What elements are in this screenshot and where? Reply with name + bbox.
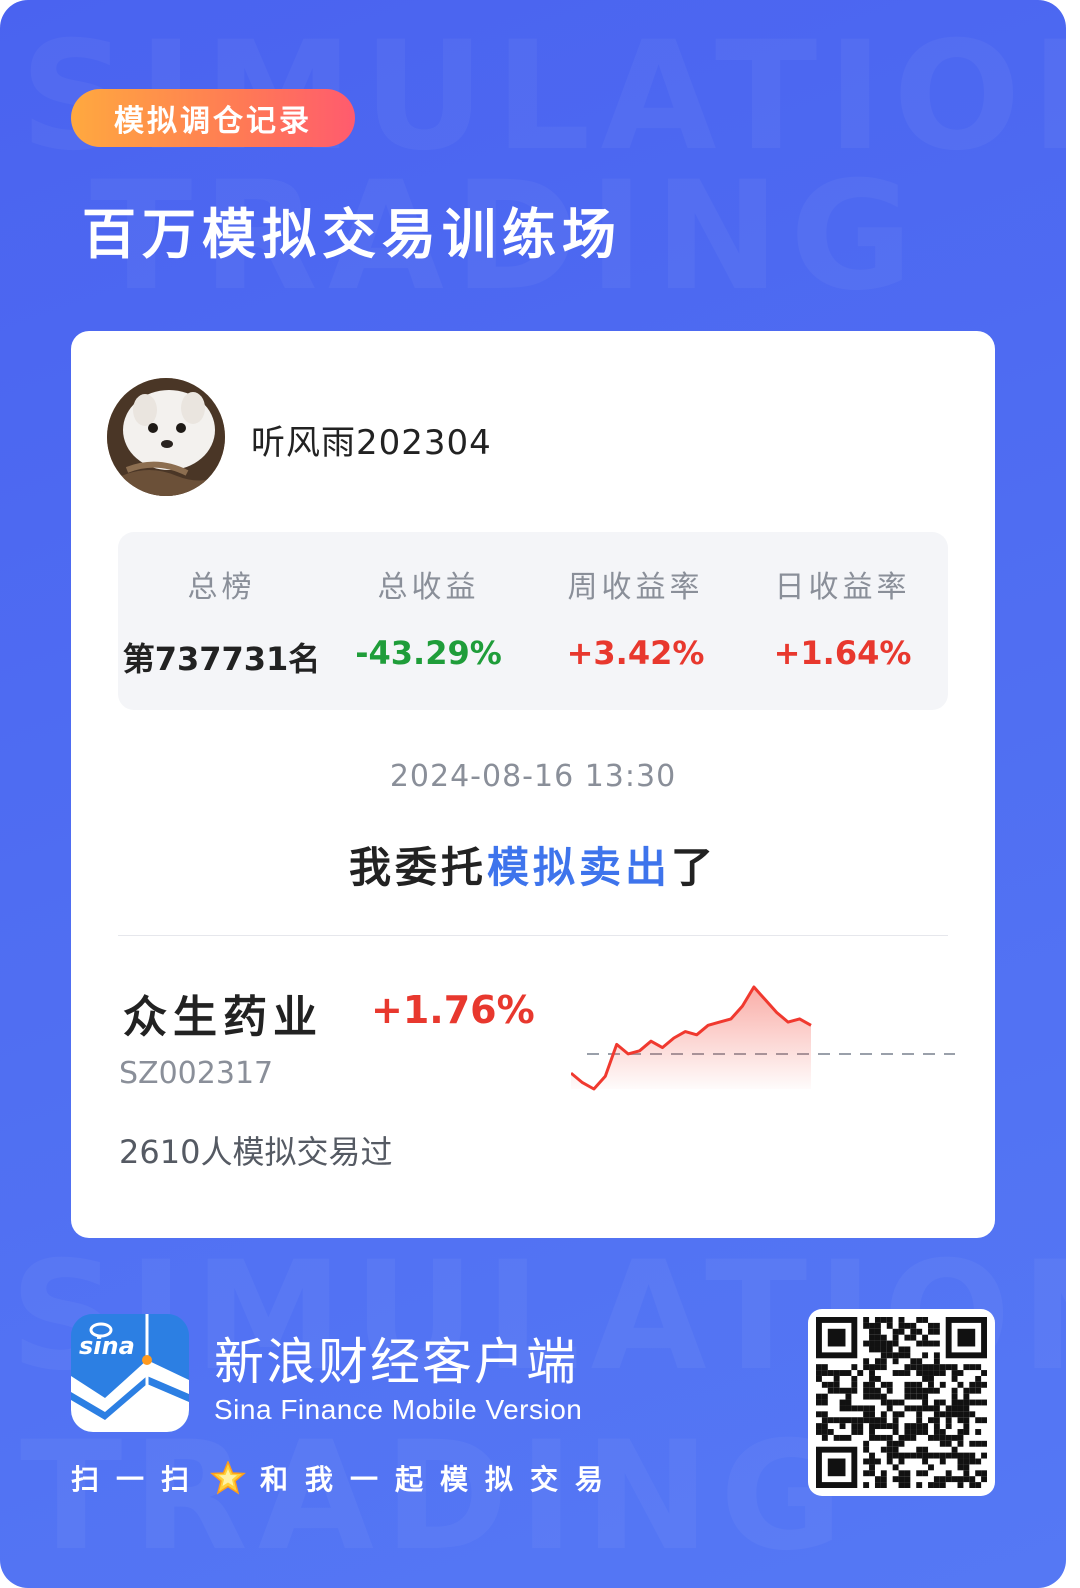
action-suffix: 了 bbox=[671, 843, 718, 892]
stat-rank[interactable]: 总榜 第737731名 bbox=[118, 532, 325, 710]
stat-value: +3.42% bbox=[566, 634, 705, 672]
username[interactable]: 听风雨202304 bbox=[251, 415, 492, 464]
dog-avatar-icon[interactable] bbox=[107, 378, 225, 496]
trade-datetime: 2024-08-16 13:30 bbox=[389, 759, 677, 794]
stat-label: 总收益 bbox=[377, 570, 480, 605]
traders-count: 2610人模拟交易过 bbox=[119, 1133, 393, 1171]
stats-panel: 总榜 第737731名 总收益 -43.29% 周收益率 +3.42% 日收益率… bbox=[118, 532, 948, 710]
stat-weekly-return[interactable]: 周收益率 +3.42% bbox=[532, 532, 739, 710]
stat-total-return[interactable]: 总收益 -43.29% bbox=[325, 532, 532, 710]
stat-label: 日收益率 bbox=[774, 570, 911, 605]
trade-action: 我委托模拟卖出了 bbox=[71, 834, 995, 895]
action-prefix: 我委托 bbox=[348, 843, 487, 892]
star-icon bbox=[210, 1460, 246, 1495]
stat-value: 第737731名 bbox=[122, 640, 321, 678]
stat-value: +1.64% bbox=[773, 634, 912, 672]
qr-code-icon[interactable] bbox=[808, 1309, 995, 1496]
action-highlight: 模拟卖出 bbox=[486, 843, 671, 892]
sina-logo-icon[interactable]: sina bbox=[71, 1314, 189, 1432]
share-poster: SIMULATION TRADING SIMULATION TRADING 模拟… bbox=[0, 0, 1066, 1588]
scan-prefix: 扫一扫 bbox=[71, 1463, 207, 1496]
scan-suffix: 和我一起模拟交易 bbox=[260, 1463, 621, 1496]
stock-sparkline[interactable] bbox=[571, 981, 961, 1096]
stat-label: 周收益率 bbox=[567, 570, 704, 605]
app-subtitle: Sina Finance Mobile Version bbox=[214, 1394, 583, 1425]
trade-card: 听风雨202304 总榜 第737731名 总收益 -43.29% 周收益率 +… bbox=[71, 331, 995, 1238]
stat-daily-return[interactable]: 日收益率 +1.64% bbox=[739, 532, 946, 710]
record-tag: 模拟调仓记录 bbox=[71, 89, 355, 147]
divider bbox=[118, 935, 948, 936]
page-title: 百万模拟交易训练场 bbox=[82, 203, 622, 266]
stock-name[interactable]: 众生药业 bbox=[123, 981, 323, 1045]
scan-invite: 扫一扫 和我一起模拟交易 bbox=[71, 1458, 620, 1498]
stat-label: 总榜 bbox=[187, 570, 256, 605]
stat-value: -43.29% bbox=[355, 634, 502, 672]
stock-code: SZ002317 bbox=[119, 1056, 274, 1091]
stock-change: +1.76% bbox=[371, 988, 535, 1032]
app-name: 新浪财经客户端 bbox=[214, 1333, 578, 1391]
